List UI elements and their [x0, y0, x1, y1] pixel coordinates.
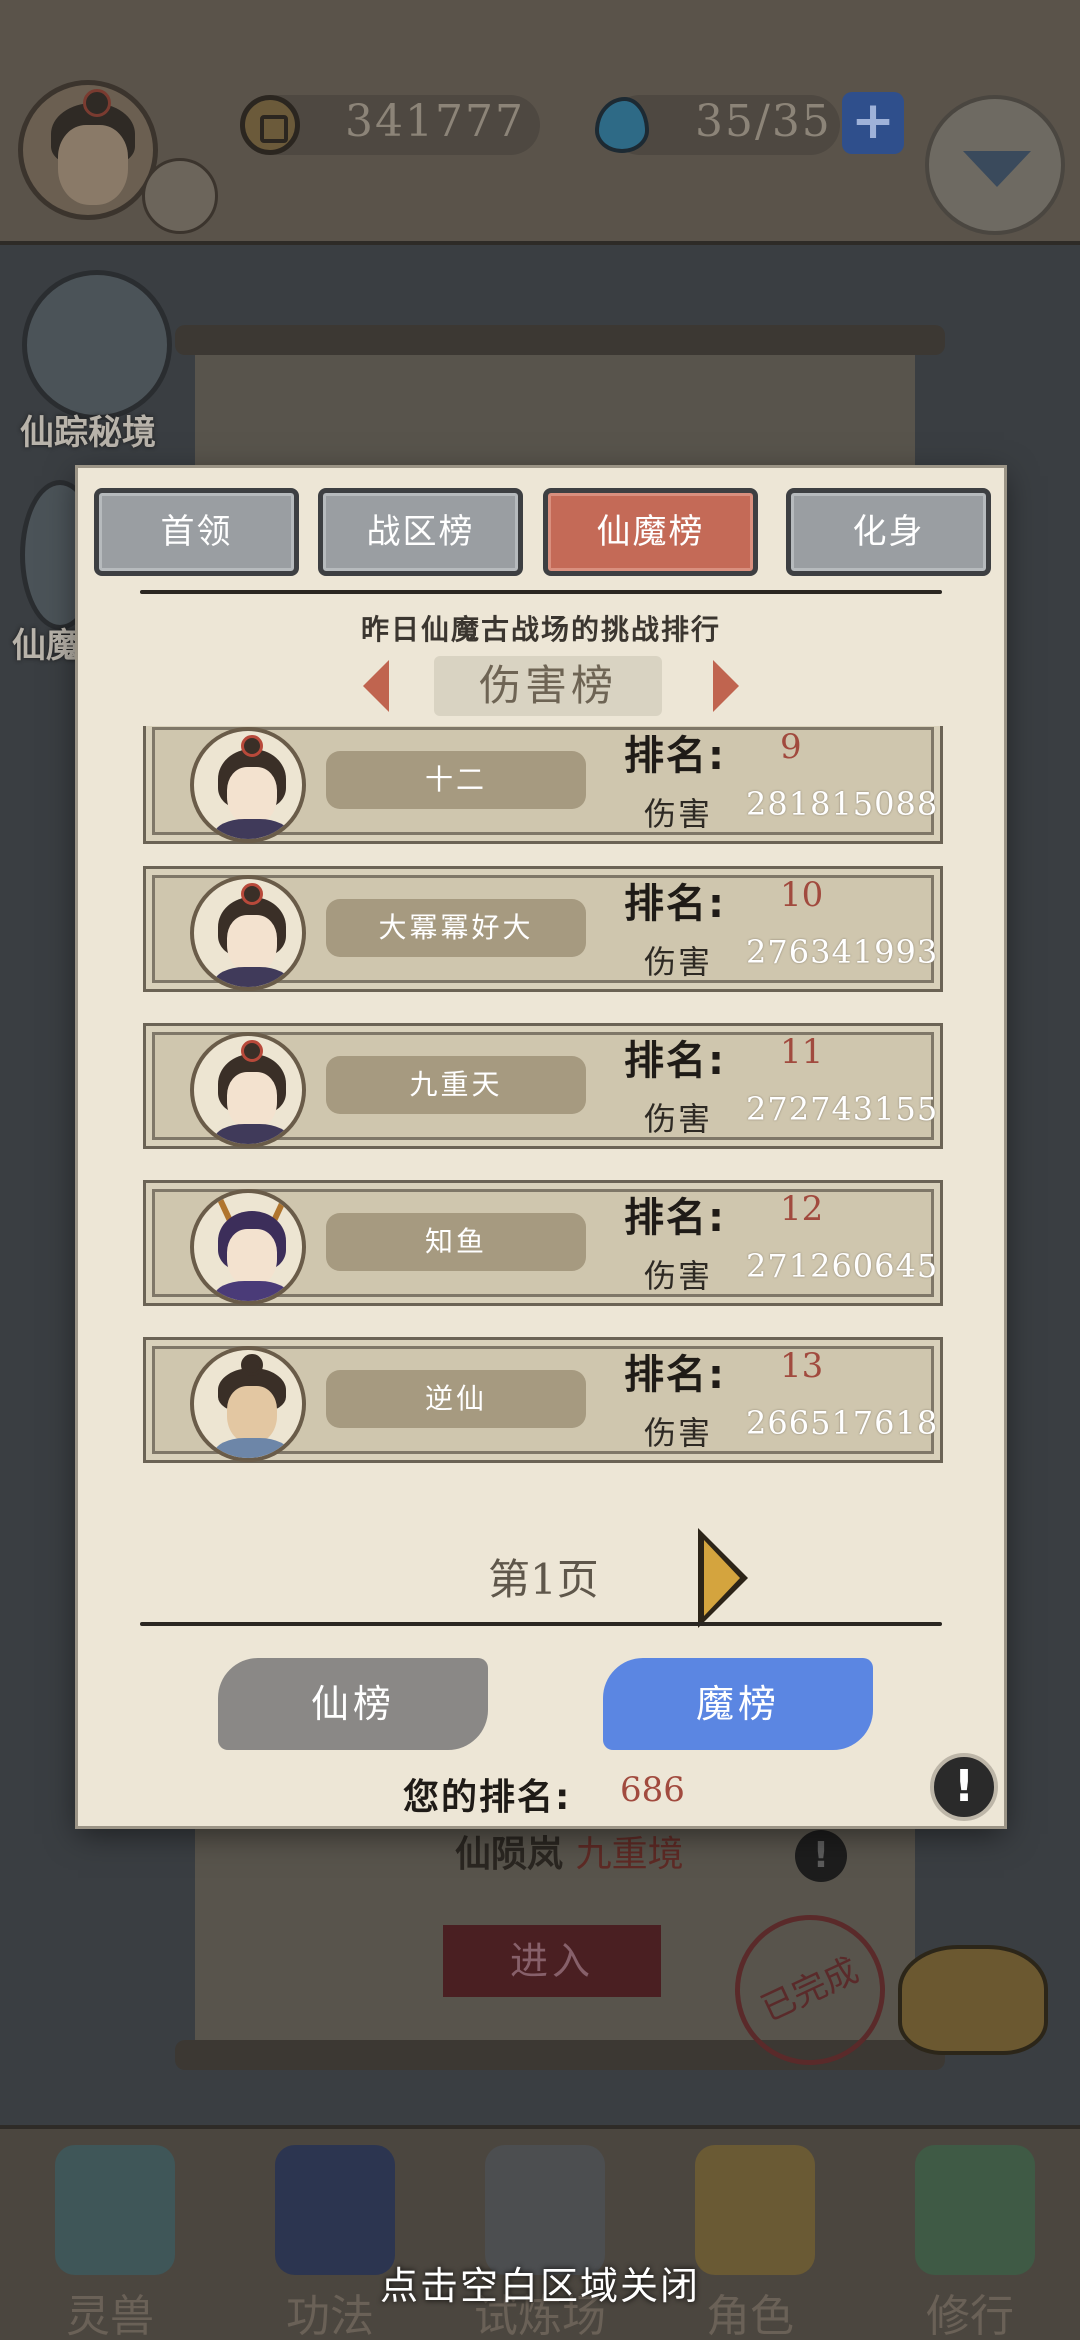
ranking-row[interactable]: 十二 排名: 9 伤害 281815088 [143, 726, 943, 844]
avatar-face [58, 125, 128, 205]
avatar-topknot [241, 1354, 263, 1376]
avatar-bun [83, 89, 111, 117]
next-category-arrow-icon[interactable] [713, 660, 739, 712]
stage-info-icon[interactable]: ! [795, 1830, 847, 1882]
add-stamina-button[interactable]: + [842, 92, 904, 154]
xianmo-side-label: 仙魔 [12, 626, 80, 666]
coin-amount: 341777 [345, 96, 525, 147]
category-label: 伤害榜 [434, 656, 662, 716]
secret-realm-icon[interactable] [22, 270, 172, 420]
player-avatar-icon [190, 1189, 306, 1305]
rank-label: 排名: [624, 881, 726, 927]
stamina-amount: 35/35 [695, 96, 832, 147]
damage-value: 281815088 [746, 785, 939, 823]
stage-title: 仙陨岚 九重境 [455, 1834, 684, 1875]
ranking-row[interactable]: 大冪冪好大 排名: 10 伤害 276341993 [143, 866, 943, 992]
damage-label: 伤害 [644, 795, 713, 833]
leaderboard-modal: 首领 战区榜 仙魔榜 化身 昨日仙魔古战场的挑战排行 伤害榜 十二 排名: 9 … [78, 468, 1004, 1826]
tab-xianmo[interactable]: 仙魔榜 [543, 488, 758, 576]
avatar-robe [214, 819, 290, 839]
rank-value: 13 [780, 1346, 824, 1386]
player-avatar-icon [190, 875, 306, 991]
rank-label: 排名: [624, 1352, 726, 1398]
rank-value: 10 [780, 875, 824, 915]
rank-label: 排名: [624, 1195, 726, 1241]
next-page-arrow-icon[interactable] [698, 1528, 750, 1628]
cloud-badge-icon[interactable] [142, 158, 218, 234]
rank-label: 排名: [624, 733, 726, 779]
rank-value: 9 [780, 727, 802, 767]
ranking-row[interactable]: 九重天 排名: 11 伤害 272743155 [143, 1023, 943, 1149]
tab-avatar[interactable]: 化身 [786, 488, 991, 576]
dropdown-menu-button[interactable] [925, 95, 1065, 235]
mo-board-button[interactable]: 魔榜 [603, 1658, 873, 1750]
player-name: 知鱼 [326, 1213, 586, 1271]
player-avatar-icon [190, 727, 306, 843]
damage-label: 伤害 [644, 1257, 713, 1295]
avatar-bun [241, 883, 263, 905]
ranking-list[interactable]: 十二 排名: 9 伤害 281815088 大冪冪好大 排名: 10 伤害 27… [143, 726, 943, 1466]
my-rank-value: 686 [620, 1770, 685, 1810]
avatar-robe [214, 1124, 290, 1144]
avatar-robe [214, 1438, 290, 1458]
damage-value: 272743155 [746, 1090, 939, 1128]
enter-button[interactable]: 进入 [443, 1925, 661, 1997]
avatar-robe [214, 967, 290, 987]
avatar-bun [241, 735, 263, 757]
rank-value: 11 [780, 1032, 824, 1072]
cauldron-icon[interactable] [898, 1945, 1048, 2055]
close-hint[interactable]: 点击空白区域关闭 [0, 2255, 1080, 2310]
divider-bottom [140, 1622, 942, 1626]
damage-value: 271260645 [746, 1247, 939, 1285]
damage-value: 266517618 [746, 1404, 939, 1442]
player-name: 十二 [326, 751, 586, 809]
ranking-row[interactable]: 逆仙 排名: 13 伤害 266517618 [143, 1337, 943, 1463]
damage-label: 伤害 [644, 1414, 713, 1452]
page-indicator: 第1页 [488, 1555, 599, 1604]
avatar-face [227, 915, 277, 973]
secret-realm-label: 仙踪秘境 [20, 413, 156, 453]
player-avatar[interactable] [18, 80, 158, 220]
player-name: 逆仙 [326, 1370, 586, 1428]
prev-category-arrow-icon[interactable] [363, 660, 389, 712]
avatar-bun [241, 1040, 263, 1062]
avatar-robe [214, 1281, 290, 1301]
leaderboard-subtitle: 昨日仙魔古战场的挑战排行 [360, 613, 721, 646]
xian-board-button[interactable]: 仙榜 [218, 1658, 488, 1750]
avatar-face [227, 1072, 277, 1130]
damage-value: 276341993 [746, 933, 939, 971]
scroll-rod-top [175, 325, 945, 355]
avatar-face [227, 1229, 277, 1287]
coin-icon [240, 95, 300, 155]
rank-label: 排名: [624, 1038, 726, 1084]
avatar-face [227, 767, 277, 825]
player-avatar-icon [190, 1346, 306, 1462]
info-icon[interactable]: ! [930, 1753, 998, 1821]
player-name: 大冪冪好大 [326, 899, 586, 957]
ranking-row[interactable]: 知鱼 排名: 12 伤害 271260645 [143, 1180, 943, 1306]
tab-war-zone[interactable]: 战区榜 [318, 488, 523, 576]
player-name: 九重天 [326, 1056, 586, 1114]
rank-value: 12 [780, 1189, 824, 1229]
avatar-face [227, 1386, 277, 1444]
player-avatar-icon [190, 1032, 306, 1148]
my-rank-label: 您的排名: [403, 1777, 572, 1818]
tab-boss[interactable]: 首领 [94, 488, 299, 576]
damage-label: 伤害 [644, 1100, 713, 1138]
damage-label: 伤害 [644, 943, 713, 981]
divider-top [140, 590, 942, 594]
